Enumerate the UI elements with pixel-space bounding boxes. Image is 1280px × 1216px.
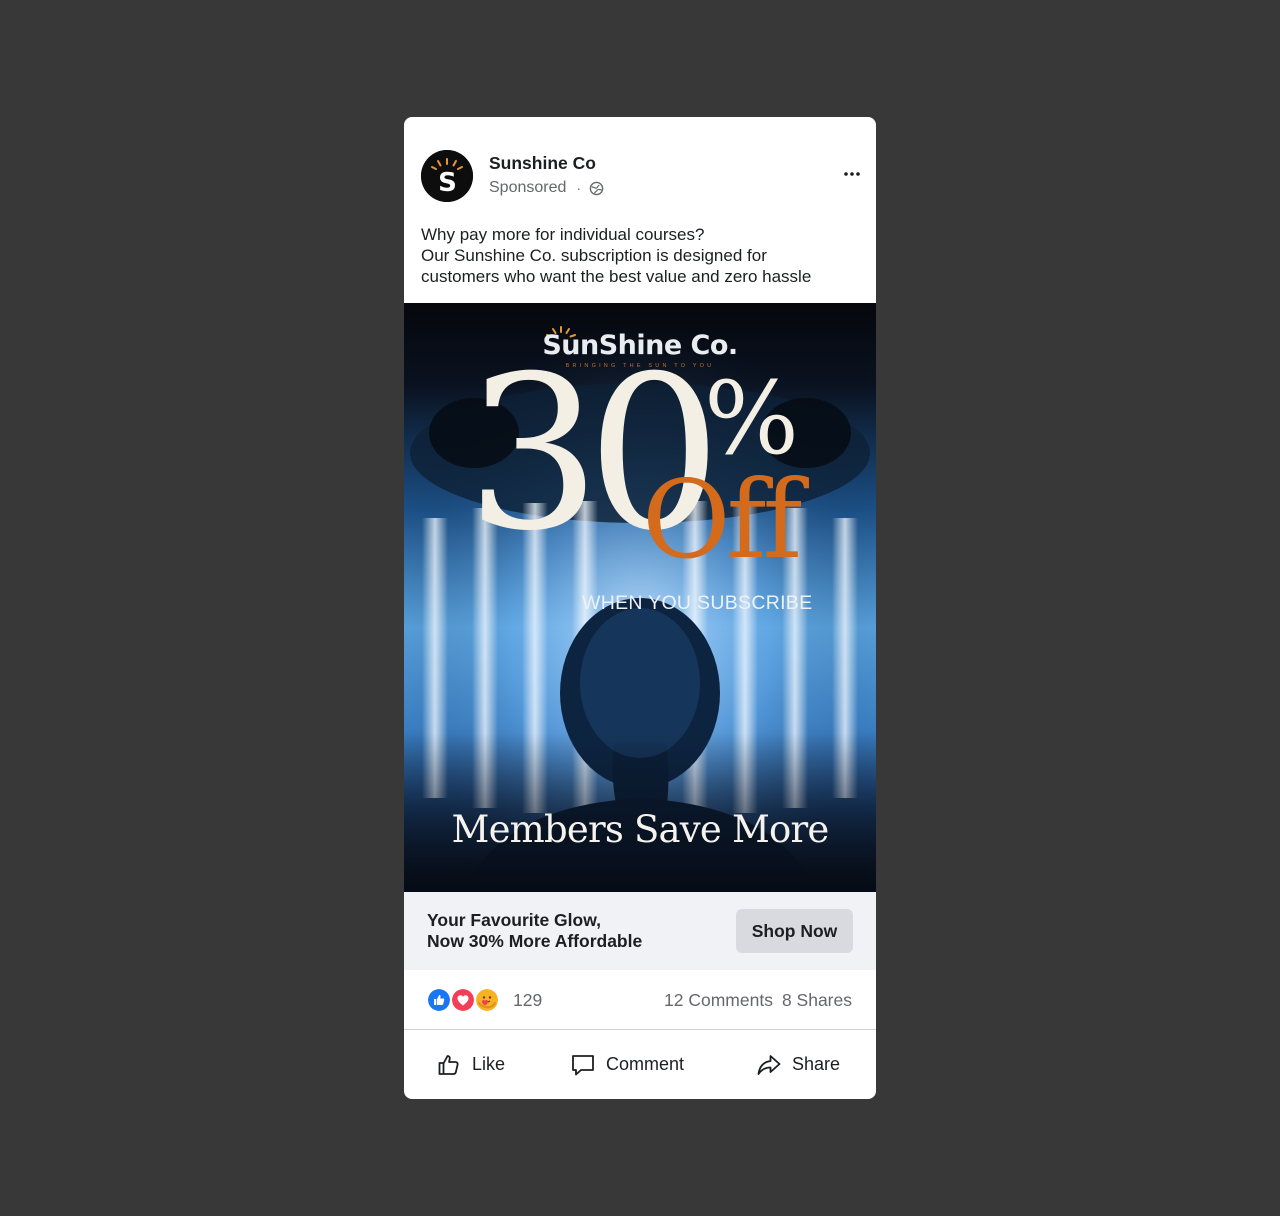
globe-icon <box>589 180 604 196</box>
sponsored-label: Sponsored <box>489 179 567 196</box>
comments-shares: 12 Comments 8 Shares <box>664 990 852 1011</box>
discount-off: Off <box>642 458 802 583</box>
discount-percent: % <box>704 360 800 477</box>
engagement-summary: 129 12 Comments 8 Shares <box>404 970 876 1030</box>
share-icon <box>756 1052 782 1078</box>
care-reaction-icon <box>474 987 500 1013</box>
post-caption: Why pay more for individual courses? Our… <box>421 224 861 287</box>
comment-button[interactable]: Comment <box>570 1030 684 1099</box>
meta-separator: · <box>576 180 582 196</box>
caption-line: Why pay more for individual courses? <box>421 225 705 244</box>
thumbs-up-icon <box>436 1052 462 1078</box>
more-options-icon[interactable] <box>834 162 870 186</box>
shop-now-button[interactable]: Shop Now <box>736 909 853 953</box>
page-avatar[interactable]: S <box>421 150 473 202</box>
post-header: S Sunshine Co Sponsored · <box>404 117 876 217</box>
cta-headline-line: Now 30% More Affordable <box>427 931 643 951</box>
like-reaction-icon <box>426 987 452 1013</box>
members-headline: Members Save More <box>451 808 830 851</box>
post-meta: Sponsored · <box>489 179 604 197</box>
caption-line: Our Sunshine Co. subscription is designe… <box>421 246 767 265</box>
shares-count[interactable]: 8 Shares <box>782 990 852 1011</box>
reaction-icons[interactable] <box>426 987 506 1013</box>
caption-line: customers who want the best value and ze… <box>421 267 812 286</box>
comments-count[interactable]: 12 Comments <box>664 990 773 1011</box>
reaction-count[interactable]: 129 <box>513 990 542 1011</box>
ad-creative-image[interactable]: SunShine Co. BRINGING THE SUN TO YOU 30 … <box>404 303 876 892</box>
share-label: Share <box>792 1054 841 1074</box>
cta-bar: Your Favourite Glow, Now 30% More Afford… <box>404 892 876 970</box>
cta-headline-line: Your Favourite Glow, <box>427 910 602 930</box>
post-actions: Like Comment Share <box>404 1030 876 1099</box>
comment-label: Comment <box>606 1054 685 1074</box>
comment-icon <box>570 1052 596 1078</box>
cta-headline[interactable]: Your Favourite Glow, Now 30% More Afford… <box>427 910 642 952</box>
sponsored-post-card: S Sunshine Co Sponsored · Why pay more f… <box>404 117 876 1099</box>
like-button[interactable]: Like <box>436 1030 505 1099</box>
like-label: Like <box>472 1054 506 1074</box>
svg-text:S: S <box>438 168 457 198</box>
share-button[interactable]: Share <box>756 1030 840 1099</box>
love-reaction-icon <box>450 987 476 1013</box>
subscribe-subheading: WHEN YOU SUBSCRIBE <box>582 592 813 614</box>
page-name[interactable]: Sunshine Co <box>489 153 596 174</box>
